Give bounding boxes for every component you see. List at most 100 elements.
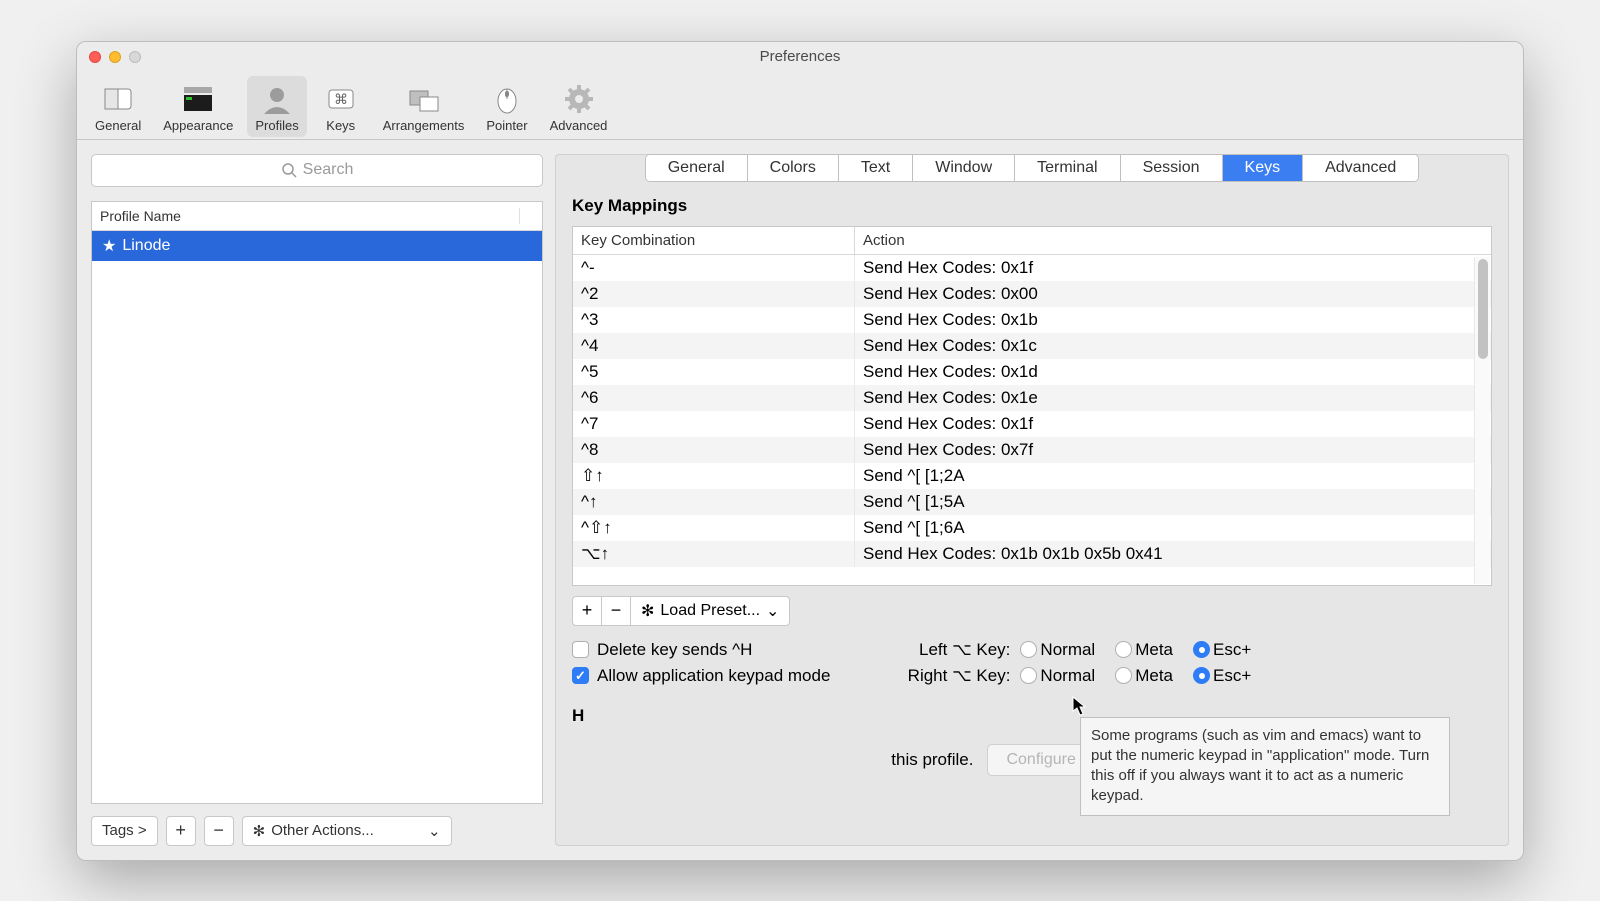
- delete-sends-h-row: Delete key sends ^H: [572, 640, 830, 660]
- col-key-combination[interactable]: Key Combination: [573, 227, 855, 254]
- allow-keypad-row: Allow application keypad mode: [572, 666, 830, 686]
- search-icon: [281, 162, 297, 178]
- other-actions-dropdown[interactable]: ✻ Other Actions... ⌄: [242, 816, 452, 846]
- table-row[interactable]: ^2Send Hex Codes: 0x00: [573, 281, 1491, 307]
- titlebar: Preferences: [77, 42, 1523, 72]
- tab-colors[interactable]: Colors: [748, 155, 839, 181]
- remove-profile-button[interactable]: −: [204, 816, 234, 846]
- toolbar-general[interactable]: General: [87, 76, 149, 137]
- table-row[interactable]: ^⇧↑Send ^[ [1;6A: [573, 515, 1491, 541]
- gear-icon: ✻: [641, 601, 654, 621]
- toolbar-advanced[interactable]: Advanced: [542, 76, 616, 137]
- mapping-action: Send Hex Codes: 0x1c: [855, 333, 1491, 359]
- mapping-combo: ^-: [573, 255, 855, 281]
- mapping-combo: ⌥↑: [573, 541, 855, 567]
- table-row[interactable]: ^-Send Hex Codes: 0x1f: [573, 255, 1491, 281]
- key-mappings-table: Key Combination Action ^-Send Hex Codes:…: [572, 226, 1492, 586]
- tab-advanced[interactable]: Advanced: [1303, 155, 1418, 181]
- mapping-action: Send Hex Codes: 0x1d: [855, 359, 1491, 385]
- mapping-combo: ^⇧↑: [573, 515, 855, 541]
- mapping-action: Send ^[ [1;6A: [855, 515, 1491, 541]
- mapping-combo: ⇧↑: [573, 463, 855, 489]
- tab-keys[interactable]: Keys: [1223, 155, 1304, 181]
- keys-icon: ⌘: [321, 82, 361, 116]
- left-option-escplus[interactable]: [1193, 641, 1210, 658]
- star-icon: ★: [102, 236, 116, 256]
- mapping-action: Send Hex Codes: 0x1f: [855, 411, 1491, 437]
- chevron-down-icon: ⌄: [428, 822, 441, 840]
- profile-row-linode[interactable]: ★ Linode: [92, 231, 542, 261]
- mapping-action: Send ^[ [1;2A: [855, 463, 1491, 489]
- content-area: Search Profile Name ★ Linode Tags > + − …: [77, 140, 1523, 860]
- table-row[interactable]: ^8Send Hex Codes: 0x7f: [573, 437, 1491, 463]
- right-option-normal[interactable]: [1020, 667, 1037, 684]
- mapping-action: Send Hex Codes: 0x1b 0x1b 0x5b 0x41: [855, 541, 1491, 567]
- left-option-meta[interactable]: [1115, 641, 1132, 658]
- appearance-icon: [178, 82, 218, 116]
- mapping-body[interactable]: ^-Send Hex Codes: 0x1f^2Send Hex Codes: …: [573, 255, 1491, 585]
- mapping-combo: ^3: [573, 307, 855, 333]
- profiles-icon: [257, 82, 297, 116]
- left-option-row: Left ⌥ Key: Normal Meta Esc+: [890, 640, 1261, 660]
- mapping-controls: + − ✻ Load Preset... ⌄: [572, 596, 1492, 626]
- toolbar-keys[interactable]: ⌘ Keys: [313, 76, 369, 137]
- delete-sends-h-label: Delete key sends ^H: [597, 640, 752, 660]
- mapping-combo: ^↑: [573, 489, 855, 515]
- remove-mapping-button[interactable]: −: [601, 596, 631, 626]
- left-pane: Search Profile Name ★ Linode Tags > + − …: [91, 154, 543, 846]
- profile-list-header[interactable]: Profile Name: [92, 202, 542, 231]
- toolbar-pointer[interactable]: Pointer: [478, 76, 535, 137]
- mapping-action: Send Hex Codes: 0x1e: [855, 385, 1491, 411]
- toolbar-arrangements[interactable]: Arrangements: [375, 76, 473, 137]
- left-bottom-controls: Tags > + − ✻ Other Actions... ⌄: [91, 816, 543, 846]
- toolbar-appearance[interactable]: Appearance: [155, 76, 241, 137]
- right-option-meta[interactable]: [1115, 667, 1132, 684]
- mapping-action: Send Hex Codes: 0x1b: [855, 307, 1491, 333]
- add-profile-button[interactable]: +: [166, 816, 196, 846]
- profile-list: Profile Name ★ Linode: [91, 201, 543, 804]
- tooltip: Some programs (such as vim and emacs) wa…: [1080, 717, 1450, 816]
- preferences-window: Preferences General Appearance Profiles …: [76, 41, 1524, 861]
- mapping-action: Send Hex Codes: 0x1f: [855, 255, 1491, 281]
- table-row[interactable]: ⇧↑Send ^[ [1;2A: [573, 463, 1491, 489]
- main-toolbar: General Appearance Profiles ⌘ Keys Arran…: [77, 72, 1523, 140]
- profile-sub-tabs: General Colors Text Window Terminal Sess…: [645, 154, 1420, 182]
- delete-sends-h-checkbox[interactable]: [572, 641, 589, 658]
- table-row[interactable]: ^7Send Hex Codes: 0x1f: [573, 411, 1491, 437]
- tab-window[interactable]: Window: [913, 155, 1015, 181]
- col-action[interactable]: Action: [855, 227, 1491, 254]
- right-pane: General Colors Text Window Terminal Sess…: [555, 154, 1509, 846]
- search-input[interactable]: Search: [91, 154, 543, 187]
- table-row[interactable]: ⌥↑Send Hex Codes: 0x1b 0x1b 0x5b 0x41: [573, 541, 1491, 567]
- right-option-row: Right ⌥ Key: Normal Meta Esc+: [890, 666, 1261, 686]
- table-row[interactable]: ^3Send Hex Codes: 0x1b: [573, 307, 1491, 333]
- tab-session[interactable]: Session: [1121, 155, 1223, 181]
- table-row[interactable]: ^4Send Hex Codes: 0x1c: [573, 333, 1491, 359]
- mapping-action: Send ^[ [1;5A: [855, 489, 1491, 515]
- scrollbar[interactable]: [1474, 257, 1490, 584]
- mapping-combo: ^7: [573, 411, 855, 437]
- left-option-normal[interactable]: [1020, 641, 1037, 658]
- tab-terminal[interactable]: Terminal: [1015, 155, 1120, 181]
- toolbar-profiles[interactable]: Profiles: [247, 76, 306, 137]
- load-preset-dropdown[interactable]: ✻ Load Preset... ⌄: [630, 596, 790, 626]
- general-icon: [98, 82, 138, 116]
- svg-text:⌘: ⌘: [334, 91, 348, 107]
- allow-keypad-label: Allow application keypad mode: [597, 666, 830, 686]
- mapping-combo: ^5: [573, 359, 855, 385]
- scrollbar-thumb[interactable]: [1478, 259, 1488, 359]
- allow-keypad-checkbox[interactable]: [572, 667, 589, 684]
- mapping-combo: ^6: [573, 385, 855, 411]
- tags-button[interactable]: Tags >: [91, 816, 158, 846]
- table-row[interactable]: ^5Send Hex Codes: 0x1d: [573, 359, 1491, 385]
- mapping-combo: ^8: [573, 437, 855, 463]
- key-options-area: Delete key sends ^H Allow application ke…: [572, 640, 1492, 686]
- add-mapping-button[interactable]: +: [572, 596, 602, 626]
- tab-general[interactable]: General: [646, 155, 748, 181]
- mapping-action: Send Hex Codes: 0x7f: [855, 437, 1491, 463]
- table-row[interactable]: ^6Send Hex Codes: 0x1e: [573, 385, 1491, 411]
- profile-name: Linode: [122, 237, 170, 255]
- table-row[interactable]: ^↑Send ^[ [1;5A: [573, 489, 1491, 515]
- tab-text[interactable]: Text: [839, 155, 913, 181]
- right-option-escplus[interactable]: [1193, 667, 1210, 684]
